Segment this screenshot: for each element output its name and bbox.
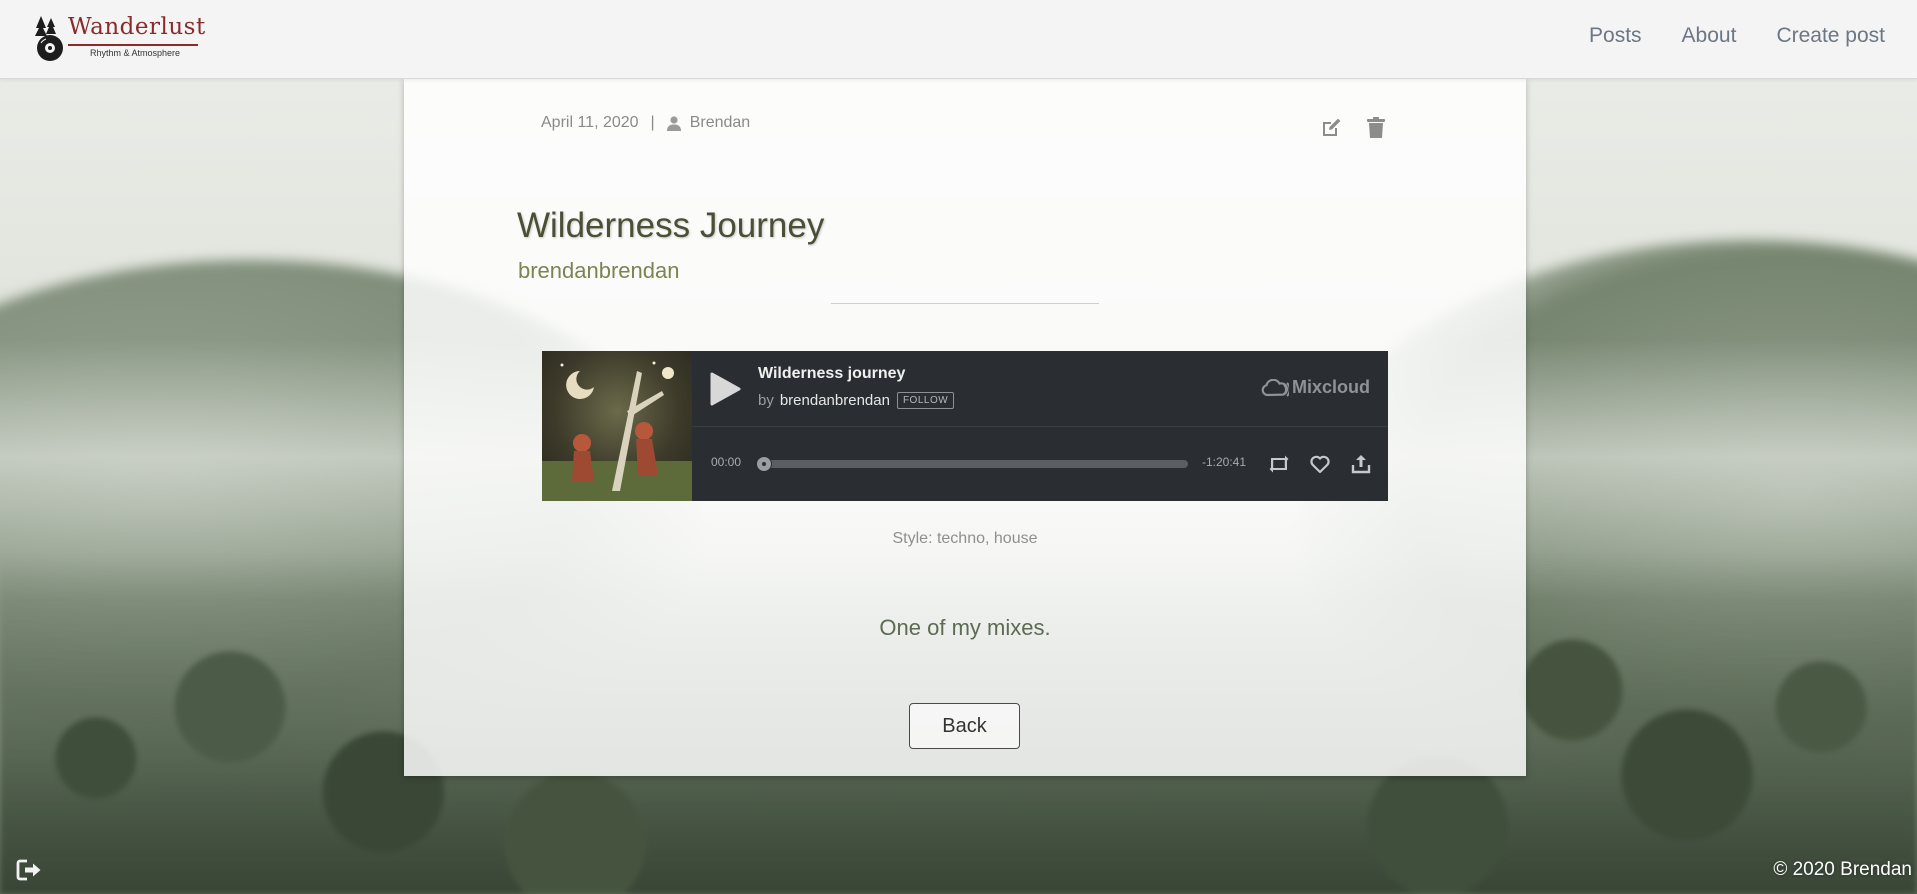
post-author: Brendan xyxy=(689,114,751,131)
post-description: One of my mixes. xyxy=(879,615,1051,640)
brand-logo-link[interactable]: Wanderlust Rhythm & Atmosphere xyxy=(32,12,212,66)
edit-post-button[interactable] xyxy=(1319,116,1343,140)
track-artist-line: by brendanbrendan FOLLOW xyxy=(758,392,955,409)
copyright-text: © 2020 Brendan xyxy=(1773,859,1912,880)
progress-handle[interactable] xyxy=(756,456,772,472)
repost-icon[interactable] xyxy=(1267,452,1291,476)
nav-posts-link[interactable]: Posts xyxy=(1589,24,1642,48)
mixcloud-wordmark: Mixcloud xyxy=(1291,377,1370,397)
back-button[interactable]: Back xyxy=(909,703,1020,749)
artist-link[interactable]: brendanbrendan xyxy=(780,392,890,409)
post-card: April 11, 2020 | Brendan Wilderness Jour… xyxy=(404,78,1526,776)
meta-separator: | xyxy=(650,114,655,131)
mixcloud-logo-link[interactable]: Mixcloud xyxy=(1261,377,1370,398)
player-controls: 00:00 -1:20:41 xyxy=(692,427,1388,501)
mixcloud-cloud-icon xyxy=(1261,378,1289,397)
cover-artwork-image xyxy=(542,351,692,501)
heart-icon[interactable] xyxy=(1308,452,1332,476)
post-style: Style: techno, house xyxy=(892,530,1038,547)
delete-post-button[interactable] xyxy=(1364,116,1388,140)
brand-underline xyxy=(68,44,198,46)
brand-tagline: Rhythm & Atmosphere xyxy=(90,48,181,58)
post-subtitle: brendanbrendan xyxy=(518,258,680,283)
post-actions xyxy=(1319,116,1388,140)
post-meta: April 11, 2020 | Brendan xyxy=(541,114,750,132)
navbar: Wanderlust Rhythm & Atmosphere Posts Abo… xyxy=(0,0,1917,79)
post-title: Wilderness Journey xyxy=(517,206,825,245)
vinyl-tree-logo-icon xyxy=(35,16,63,61)
follow-button[interactable]: FOLLOW xyxy=(896,392,955,409)
mixcloud-player: Wilderness journey by brendanbrendan FOL… xyxy=(542,351,1388,501)
player-header: Wilderness journey by brendanbrendan FOL… xyxy=(692,351,1388,427)
nav-about-link[interactable]: About xyxy=(1682,24,1737,48)
user-icon xyxy=(666,115,681,131)
time-remaining: -1:20:41 xyxy=(1202,455,1247,469)
edit-icon xyxy=(1323,118,1341,136)
post-date: April 11, 2020 xyxy=(541,114,639,131)
by-label: by xyxy=(758,392,774,409)
share-icon[interactable] xyxy=(1349,452,1373,476)
title-divider xyxy=(831,303,1099,304)
play-button-icon[interactable] xyxy=(708,371,742,407)
brand-name: Wanderlust xyxy=(68,14,206,40)
nav-links: Posts About Create post xyxy=(1589,24,1885,48)
progress-bar[interactable] xyxy=(756,460,1188,468)
nav-create-post-link[interactable]: Create post xyxy=(1776,24,1885,48)
track-title[interactable]: Wilderness journey xyxy=(758,365,905,383)
trash-icon xyxy=(1367,117,1385,138)
time-elapsed: 00:00 xyxy=(711,455,742,469)
sign-out-icon[interactable] xyxy=(16,858,44,882)
